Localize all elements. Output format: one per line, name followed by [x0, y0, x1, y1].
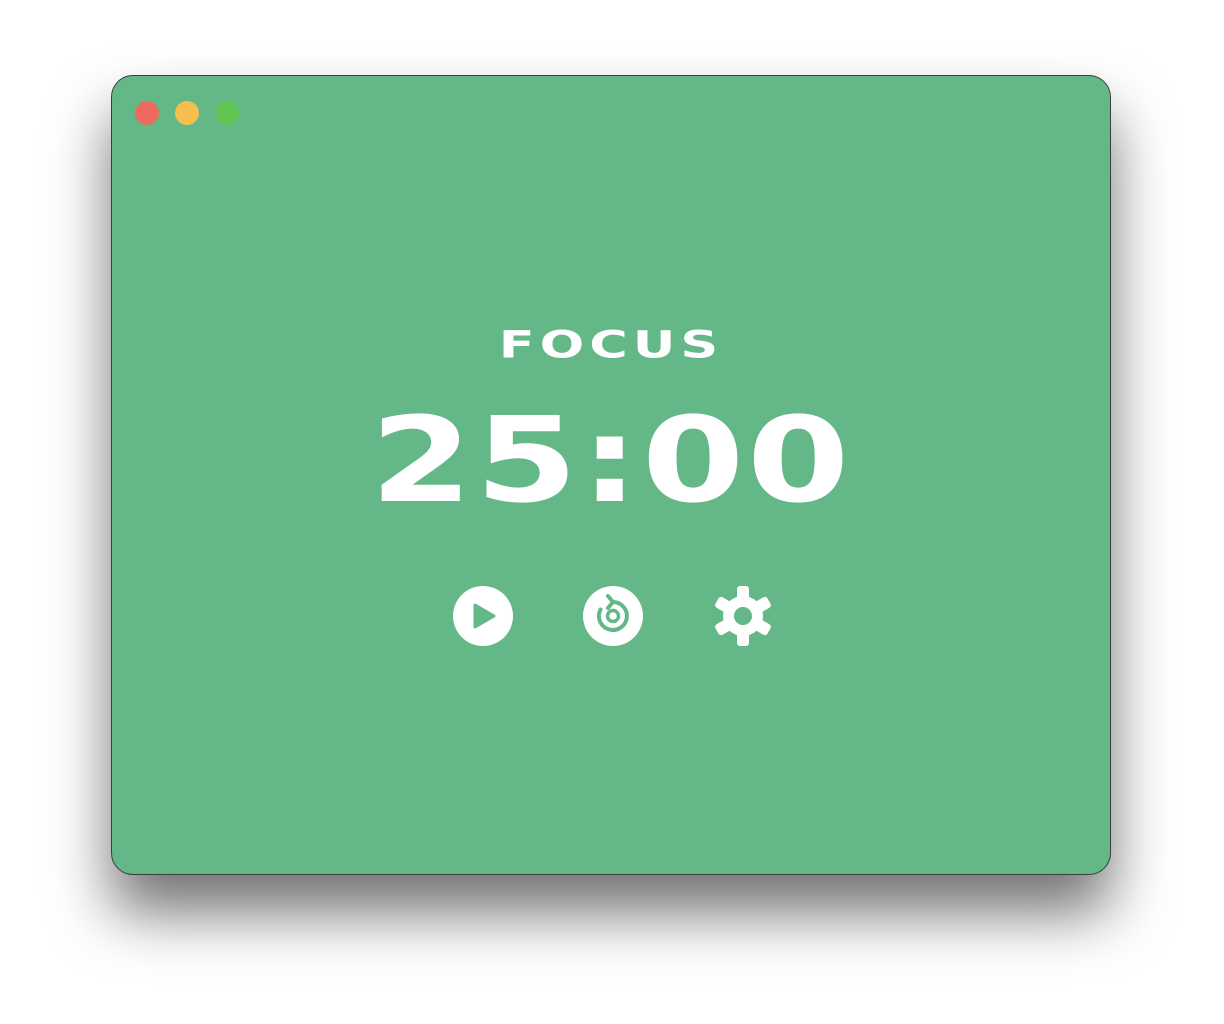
timer-display: 25:00 — [369, 391, 852, 529]
mode-label: FOCUS — [498, 322, 724, 367]
reset-icon — [583, 586, 643, 646]
play-icon — [453, 586, 513, 646]
app-window: FOCUS 25:00 — [111, 75, 1111, 875]
close-button[interactable] — [135, 101, 159, 125]
maximize-button[interactable] — [215, 101, 239, 125]
play-button[interactable] — [452, 585, 514, 647]
window-controls — [135, 101, 239, 125]
reset-button[interactable] — [582, 585, 644, 647]
minimize-button[interactable] — [175, 101, 199, 125]
gear-icon — [715, 586, 771, 646]
settings-button[interactable] — [712, 585, 774, 647]
control-bar — [112, 585, 1110, 647]
